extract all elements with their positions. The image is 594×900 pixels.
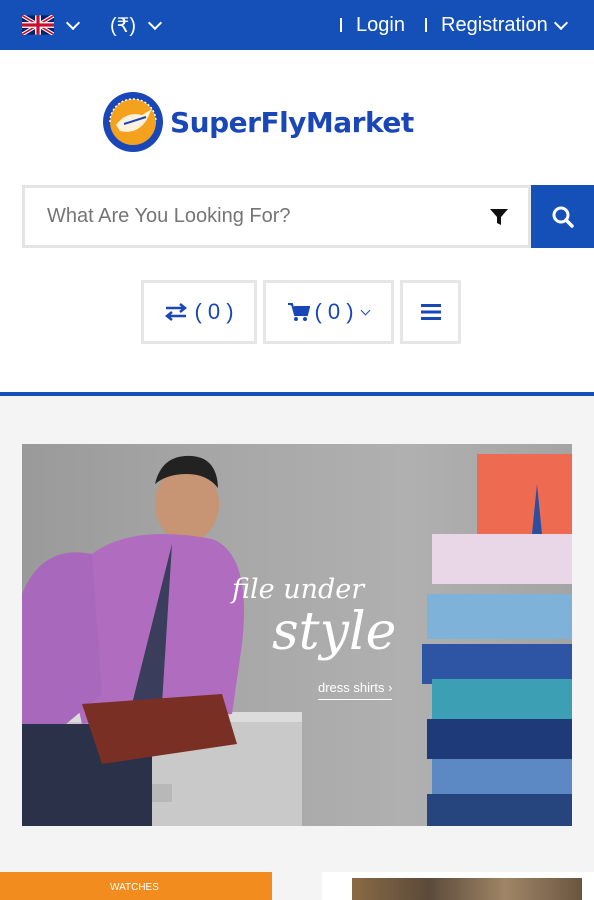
cart-icon	[288, 303, 311, 321]
header-divider	[0, 392, 594, 396]
search-icon	[552, 206, 574, 228]
search-button[interactable]	[531, 185, 594, 248]
compare-icon	[165, 303, 188, 321]
registration-label: Registration	[441, 13, 548, 36]
promo-tile-watches[interactable]: WATCHES	[0, 872, 272, 900]
promo-label: WATCHES	[110, 882, 159, 893]
header-actions: ( 0 ) ( 0 )	[141, 280, 467, 344]
chevron-down-icon	[147, 15, 163, 30]
login-label: Login	[356, 13, 405, 36]
menu-icon	[420, 304, 441, 320]
cart-count: ( 0 )	[314, 299, 354, 324]
banner-headline: file under	[232, 574, 365, 605]
menu-button[interactable]	[400, 280, 461, 344]
banner-link[interactable]: dress shirts ›	[318, 680, 393, 700]
filter-icon	[489, 208, 508, 225]
uk-flag-icon	[22, 15, 54, 35]
registration-link[interactable]: Registration	[441, 0, 568, 50]
site-logo[interactable]: SuperFlyMarket	[102, 90, 414, 154]
login-link[interactable]: Login	[356, 0, 405, 50]
search-bar	[22, 185, 594, 248]
language-selector[interactable]	[22, 0, 81, 50]
chevron-down-icon	[553, 15, 568, 30]
chevron-down-icon	[360, 305, 371, 315]
logo-emblem-icon	[103, 92, 163, 152]
search-input[interactable]	[22, 185, 472, 248]
chevron-down-icon	[65, 15, 81, 30]
top-bar: (₹) Login Registration	[0, 0, 594, 50]
currency-label: (₹)	[110, 14, 137, 37]
compare-button[interactable]: ( 0 )	[141, 280, 257, 344]
compare-count: ( 0 )	[194, 299, 234, 324]
promo-tile-products[interactable]	[322, 872, 594, 900]
divider	[425, 18, 427, 32]
divider	[340, 18, 342, 32]
currency-selector[interactable]: (₹)	[110, 0, 163, 50]
cart-button[interactable]: ( 0 )	[263, 280, 394, 344]
logo-text: SuperFlyMarket	[170, 105, 414, 139]
banner-headline-big: style	[272, 602, 397, 662]
hero-banner[interactable]: file under style dress shirts ›	[22, 444, 572, 826]
filter-button[interactable]	[469, 185, 531, 248]
promo-image	[352, 878, 582, 900]
